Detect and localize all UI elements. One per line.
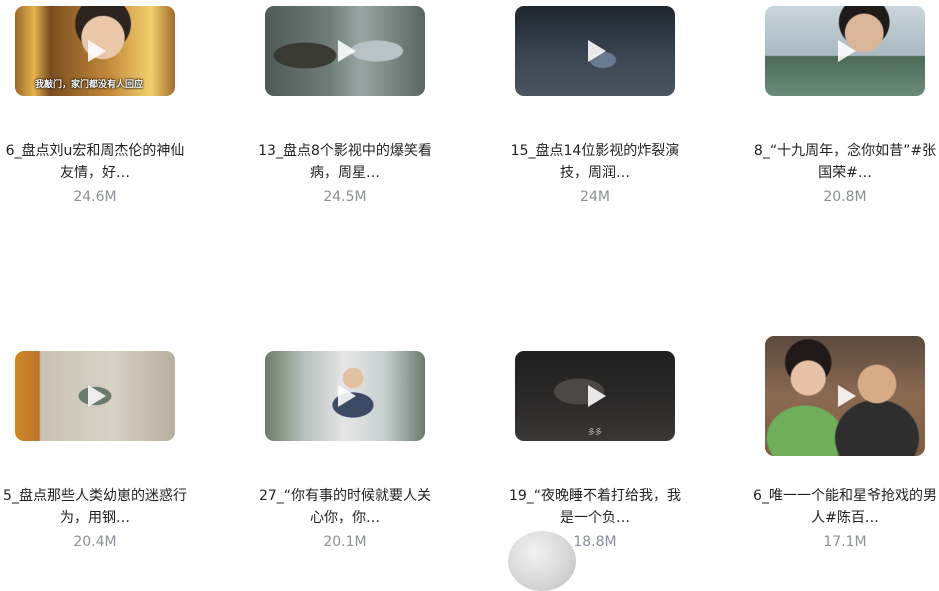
- play-icon[interactable]: [588, 385, 606, 407]
- file-size: 17.1M: [823, 534, 867, 550]
- video-thumbnail[interactable]: [765, 336, 925, 456]
- video-title[interactable]: 6_盘点刘u宏和周杰伦的神仙友情，好…: [3, 140, 187, 184]
- play-icon[interactable]: [588, 40, 606, 62]
- video-title[interactable]: 6_唯一一个能和星爷抢戏的男人#陈百…: [753, 485, 937, 529]
- file-size: 20.1M: [323, 534, 367, 550]
- video-thumbnail[interactable]: 我敲门，家门都没有人回应: [15, 6, 175, 96]
- play-icon[interactable]: [838, 40, 856, 62]
- video-title[interactable]: 19_“夜晚睡不着打给我，我是一个负…: [503, 485, 687, 529]
- thumbnail-caption: 我敲门，家门都没有人回应: [35, 80, 144, 90]
- video-thumbnail[interactable]: [265, 351, 425, 441]
- video-thumbnail[interactable]: [265, 6, 425, 96]
- video-title[interactable]: 15_盘点14位影视的炸裂演技，周润…: [503, 140, 687, 184]
- play-icon[interactable]: [88, 385, 106, 407]
- video-grid: 我敲门，家门都没有人回应 6_盘点刘u宏和周杰伦的神仙友情，好… 24.6M 1…: [0, 0, 939, 591]
- video-title[interactable]: 13_盘点8个影视中的爆笑看病，周星…: [253, 140, 437, 184]
- video-thumbnail[interactable]: [765, 6, 925, 96]
- play-icon[interactable]: [838, 385, 856, 407]
- video-thumbnail[interactable]: [15, 351, 175, 441]
- video-title[interactable]: 27_“你有事的时候就要人关心你，你…: [253, 485, 437, 529]
- video-thumbnail[interactable]: 多多: [515, 351, 675, 441]
- video-card[interactable]: 15_盘点14位影视的炸裂演技，周润… 24M: [495, 6, 695, 206]
- file-size: 20.8M: [823, 189, 867, 205]
- file-size: 24.6M: [73, 189, 117, 205]
- file-size: 24.5M: [323, 189, 367, 205]
- partial-thumbnail: [508, 531, 576, 591]
- video-card[interactable]: 8_“十九周年，念你如昔”#张国荣#… 20.8M: [745, 6, 939, 206]
- video-card[interactable]: 5_盘点那些人类幼崽的迷惑行为，用钢… 20.4M: [0, 351, 195, 551]
- video-title[interactable]: 8_“十九周年，念你如昔”#张国荣#…: [753, 140, 937, 184]
- video-card[interactable]: 6_唯一一个能和星爷抢戏的男人#陈百… 17.1M: [745, 336, 939, 551]
- play-icon[interactable]: [88, 40, 106, 62]
- video-title[interactable]: 5_盘点那些人类幼崽的迷惑行为，用钢…: [3, 485, 187, 529]
- video-card[interactable]: 我敲门，家门都没有人回应 6_盘点刘u宏和周杰伦的神仙友情，好… 24.6M: [0, 6, 195, 206]
- file-size: 24M: [580, 189, 610, 205]
- play-icon[interactable]: [338, 40, 356, 62]
- video-card[interactable]: 多多 19_“夜晚睡不着打给我，我是一个负… 18.8M: [495, 351, 695, 551]
- play-icon[interactable]: [338, 385, 356, 407]
- thumbnail-watermark: 多多: [588, 428, 602, 436]
- video-card[interactable]: 27_“你有事的时候就要人关心你，你… 20.1M: [245, 351, 445, 551]
- video-thumbnail[interactable]: [515, 6, 675, 96]
- file-size: 20.4M: [73, 534, 117, 550]
- video-card[interactable]: 13_盘点8个影视中的爆笑看病，周星… 24.5M: [245, 6, 445, 206]
